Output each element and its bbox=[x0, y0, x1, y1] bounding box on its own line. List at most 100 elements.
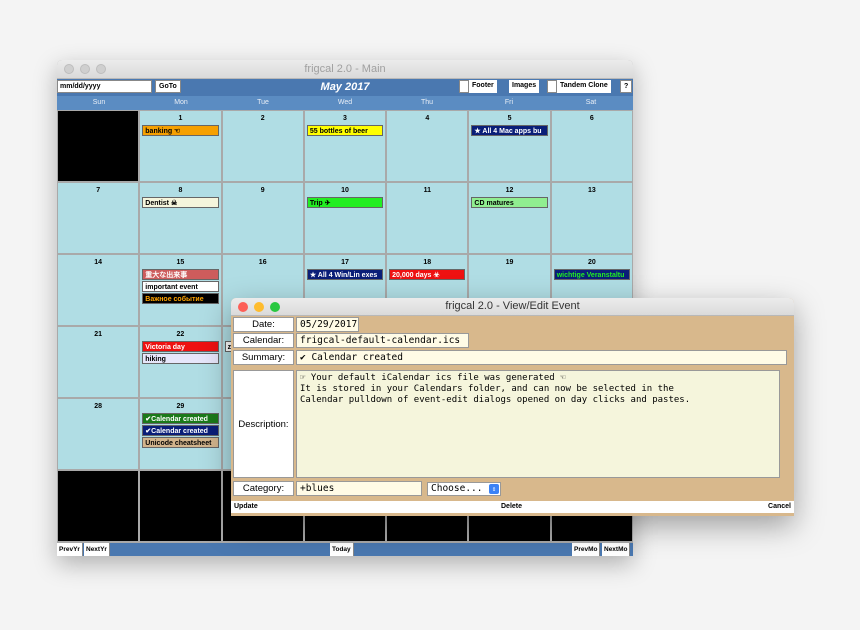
day-number bbox=[58, 114, 138, 124]
day-number: 1 bbox=[178, 115, 183, 122]
help-button[interactable]: ? bbox=[620, 80, 633, 93]
close-icon[interactable] bbox=[238, 302, 248, 312]
day-cell-3[interactable]: 3 55 bottles of beer bbox=[304, 111, 386, 181]
day-cell-empty[interactable] bbox=[58, 471, 139, 541]
day-cell-8[interactable]: 8 Dentist ☠ bbox=[140, 183, 221, 253]
event-label[interactable]: 20,000 days ☣ bbox=[389, 269, 466, 280]
images-toggle[interactable]: Images bbox=[509, 80, 540, 93]
close-icon[interactable] bbox=[64, 64, 74, 74]
event-label[interactable]: hiking bbox=[142, 353, 219, 364]
day-number bbox=[140, 474, 220, 484]
window-controls[interactable] bbox=[64, 64, 106, 74]
day-cell-21[interactable]: 21 bbox=[58, 327, 139, 397]
tandem-clone-toggle[interactable]: Tandem Clone bbox=[557, 80, 611, 93]
day-cell-10[interactable]: 10 Trip ✈ bbox=[304, 183, 386, 253]
prev-month-button[interactable]: PrevMo bbox=[572, 543, 601, 556]
delete-button[interactable]: Delete bbox=[499, 501, 524, 513]
zoom-icon[interactable] bbox=[270, 302, 280, 312]
day-cell-15[interactable]: 15 重大な出来事 important event Важное событие bbox=[140, 255, 221, 325]
tandem-checkbox[interactable] bbox=[547, 80, 557, 93]
day-number: 10 bbox=[341, 187, 349, 194]
event-label[interactable]: ★ All 4 Win/Lin exes bbox=[306, 269, 384, 280]
day-header-thu: Thu bbox=[420, 99, 434, 106]
event-label[interactable]: wichtige Veranstaltu bbox=[553, 269, 630, 280]
day-number: 29 bbox=[176, 403, 185, 410]
dialog-title: frigcal 2.0 - View/Edit Event bbox=[445, 300, 580, 312]
category-field[interactable]: +blues bbox=[296, 481, 422, 496]
day-cell-13[interactable]: 13 bbox=[551, 183, 632, 253]
day-number: 13 bbox=[587, 187, 596, 194]
minimize-icon[interactable] bbox=[80, 64, 90, 74]
description-textarea[interactable]: ☞ Your default iCalendar ics file was ge… bbox=[296, 370, 780, 478]
description-line: ☞ Your default iCalendar ics file was ge… bbox=[300, 373, 566, 383]
event-label[interactable]: ★ All 4 Mac apps bu bbox=[471, 125, 548, 136]
day-cell-4[interactable]: 4 bbox=[387, 111, 468, 181]
day-number: 3 bbox=[343, 115, 347, 122]
day-cell-5[interactable]: 5 ★ All 4 Mac apps bu bbox=[469, 111, 550, 181]
day-cell-14[interactable]: 14 bbox=[58, 255, 139, 325]
calendar-row: Calendar: frigcal-default-calendar.ics bbox=[233, 333, 469, 348]
event-label[interactable]: important event bbox=[142, 281, 219, 292]
event-label[interactable]: 重大な出来事 bbox=[142, 269, 219, 280]
day-header-sat: Sat bbox=[585, 99, 597, 106]
bottom-bar: PrevYr NextYr Today PrevMo NextMo bbox=[57, 543, 633, 556]
dialog-titlebar: frigcal 2.0 - View/Edit Event bbox=[231, 298, 794, 316]
day-cell-2[interactable]: 2 bbox=[222, 111, 303, 181]
minimize-icon[interactable] bbox=[254, 302, 264, 312]
summary-label: Summary: bbox=[233, 350, 294, 365]
main-titlebar: frigcal 2.0 - Main bbox=[57, 60, 633, 79]
day-cell-1[interactable]: 1 banking ☜ bbox=[140, 111, 221, 181]
next-year-button[interactable]: NextYr bbox=[84, 543, 110, 556]
event-label[interactable]: banking ☜ bbox=[142, 125, 219, 136]
update-button[interactable]: Update bbox=[232, 501, 260, 513]
zoom-icon[interactable] bbox=[96, 64, 106, 74]
summary-field[interactable]: ✔ Calendar created bbox=[296, 350, 787, 365]
day-number: 17 bbox=[341, 259, 349, 266]
day-cell-22[interactable]: 22 Victoria day hiking bbox=[140, 327, 221, 397]
next-month-button[interactable]: NextMo bbox=[602, 543, 631, 556]
day-number: 15 bbox=[176, 259, 185, 266]
footer-toggle[interactable]: Footer bbox=[469, 80, 497, 93]
calendar-label: Calendar: bbox=[233, 333, 294, 348]
day-cell-empty[interactable] bbox=[58, 111, 139, 181]
event-label[interactable]: Unicode cheatsheet bbox=[142, 437, 219, 448]
day-number: 11 bbox=[423, 187, 431, 194]
day-header-mon: Mon bbox=[174, 99, 188, 106]
day-cell-7[interactable]: 7 bbox=[58, 183, 139, 253]
event-label[interactable]: Важное событие bbox=[142, 293, 219, 304]
day-cell-12[interactable]: 12 CD matures bbox=[469, 183, 550, 253]
cancel-button[interactable]: Cancel bbox=[766, 501, 793, 513]
event-label[interactable]: Dentist ☠ bbox=[142, 197, 219, 208]
day-number: 18 bbox=[423, 259, 432, 266]
day-cell-29[interactable]: 29 ✔Calendar created ✔Calendar created Unic… bbox=[140, 399, 221, 469]
footer-checkbox[interactable] bbox=[459, 80, 469, 93]
day-cell-9[interactable]: 9 bbox=[222, 183, 303, 253]
event-dialog: frigcal 2.0 - View/Edit Event Date: 05/2… bbox=[231, 298, 794, 516]
event-label[interactable]: ✔Calendar created bbox=[142, 413, 219, 424]
day-number: 2 bbox=[260, 115, 265, 122]
event-label[interactable]: Victoria day bbox=[142, 341, 219, 352]
event-label[interactable]: Trip ✈ bbox=[306, 197, 384, 208]
day-cell-28[interactable]: 28 bbox=[58, 399, 139, 469]
day-number: 6 bbox=[589, 115, 594, 122]
event-label[interactable]: CD matures bbox=[471, 197, 548, 208]
prev-year-button[interactable]: PrevYr bbox=[57, 543, 83, 556]
goto-button[interactable]: GoTo bbox=[155, 80, 181, 93]
calendar-field[interactable]: frigcal-default-calendar.ics bbox=[296, 333, 469, 348]
day-number: 9 bbox=[260, 187, 265, 194]
category-row: Category: +blues bbox=[233, 481, 422, 496]
day-header-sun: Sun bbox=[92, 99, 106, 106]
event-label[interactable]: 55 bottles of beer bbox=[306, 125, 384, 136]
day-cell-11[interactable]: 11 bbox=[387, 183, 468, 253]
today-button[interactable]: Today bbox=[330, 543, 354, 556]
event-label[interactable]: ✔Calendar created bbox=[142, 425, 219, 436]
day-number: 22 bbox=[176, 331, 185, 338]
date-field[interactable]: 05/29/2017 bbox=[296, 317, 359, 332]
day-number: 14 bbox=[94, 259, 103, 266]
date-input[interactable]: mm/dd/yyyy bbox=[57, 80, 152, 93]
day-cell-6[interactable]: 6 bbox=[551, 111, 632, 181]
day-cell-empty[interactable] bbox=[140, 471, 221, 541]
dialog-window-controls[interactable] bbox=[238, 302, 280, 312]
day-number: 21 bbox=[94, 331, 103, 338]
category-choose-select[interactable]: Choose... ⇕ bbox=[427, 482, 501, 496]
